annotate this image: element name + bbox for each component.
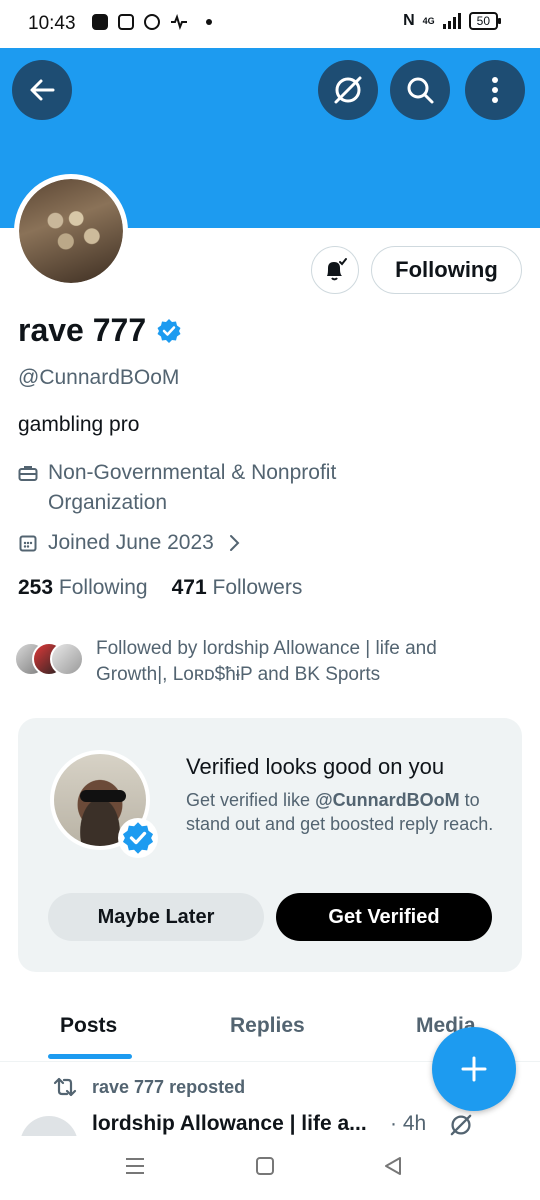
plus-icon bbox=[461, 1056, 487, 1082]
post-time: · 4h bbox=[390, 1112, 427, 1135]
system-navbar bbox=[0, 1136, 540, 1200]
sunglasses bbox=[80, 790, 126, 802]
following-button[interactable]: Following bbox=[371, 246, 522, 294]
followed-by-text: Followed by lordship Allowance | life an… bbox=[96, 636, 476, 688]
following-stat[interactable]: 253 Following bbox=[18, 576, 148, 600]
get-verified-button[interactable]: Get Verified bbox=[276, 893, 492, 941]
battery-icon: 50 bbox=[468, 12, 502, 30]
notification-icons bbox=[92, 14, 212, 30]
status-bar: 10:43 N 4G 50 bbox=[0, 0, 540, 48]
chevron-right-icon bbox=[229, 535, 240, 551]
name-row: rave 777 bbox=[18, 312, 182, 349]
category-line-1: Non-Governmental & Nonprofit bbox=[48, 461, 337, 484]
desc-prefix: Get verified like bbox=[186, 790, 316, 810]
verified-badge-icon[interactable] bbox=[156, 318, 182, 344]
more-vertical-icon bbox=[492, 77, 498, 103]
back-nav-icon[interactable] bbox=[383, 1156, 403, 1176]
avatar bbox=[50, 642, 84, 676]
calendar-icon bbox=[18, 528, 38, 558]
avatar[interactable] bbox=[20, 1116, 78, 1136]
followers-stat[interactable]: 471 Followers bbox=[172, 576, 303, 600]
menu-icon[interactable] bbox=[124, 1156, 146, 1176]
card-title: Verified looks good on you bbox=[186, 754, 445, 779]
card-description: Get verified like @CunnardBOoM to stand … bbox=[186, 788, 506, 836]
followed-by-avatars bbox=[14, 642, 84, 682]
verified-promo-card: Verified looks good on you Get verified … bbox=[18, 718, 522, 972]
profile-category: Non-Governmental & Nonprofit Organizatio… bbox=[18, 458, 336, 518]
maybe-later-button[interactable]: Maybe Later bbox=[48, 893, 264, 941]
followed-by-line-2: Growth|, Lᴏʀᴅ$ħɨP and BK Sports bbox=[96, 664, 381, 685]
more-notifications-dot bbox=[206, 19, 212, 25]
back-arrow-icon bbox=[30, 79, 55, 101]
tab-posts[interactable]: Posts bbox=[60, 1014, 117, 1038]
active-tab-indicator bbox=[48, 1054, 132, 1059]
notifications-button[interactable] bbox=[311, 246, 359, 294]
facebook-icon bbox=[92, 14, 108, 30]
repost-icon bbox=[53, 1077, 77, 1097]
compose-button[interactable] bbox=[432, 1027, 516, 1111]
followers-count: 471 bbox=[171, 576, 207, 599]
back-button[interactable] bbox=[12, 60, 72, 120]
card-verified-badge bbox=[118, 818, 158, 858]
following-count: 253 bbox=[18, 576, 54, 599]
home-icon[interactable] bbox=[255, 1156, 275, 1176]
grok-button[interactable] bbox=[318, 60, 378, 120]
avatar-image bbox=[19, 179, 123, 283]
bell-check-icon bbox=[327, 258, 347, 281]
profile-bio: gambling pro bbox=[18, 413, 140, 436]
desc-handle: @CunnardBOoM bbox=[315, 790, 460, 810]
repost-label: rave 777 reposted bbox=[92, 1076, 246, 1097]
joined-date: Joined June 2023 bbox=[48, 531, 214, 554]
followers-label: Followers bbox=[212, 576, 303, 599]
nfc-icon: N bbox=[403, 12, 415, 29]
search-icon bbox=[407, 77, 434, 104]
activity-icon bbox=[171, 14, 187, 30]
grok-icon[interactable] bbox=[448, 1112, 474, 1136]
followed-by-line-1: Followed by lordship Allowance | life an… bbox=[96, 638, 437, 659]
post-author[interactable]: lordship Allowance | life a... bbox=[92, 1112, 367, 1136]
profile-avatar[interactable] bbox=[14, 174, 128, 288]
repost-indicator: rave 777 reposted bbox=[52, 1076, 245, 1098]
category-line-2: Organization bbox=[48, 491, 168, 514]
follow-stats: 253 Following 471 Followers bbox=[18, 576, 302, 600]
tab-replies[interactable]: Replies bbox=[230, 1014, 305, 1038]
profile-joined[interactable]: Joined June 2023 bbox=[18, 528, 242, 558]
whatsapp-icon bbox=[144, 14, 160, 30]
status-time: 10:43 bbox=[28, 13, 76, 34]
more-button[interactable] bbox=[465, 60, 525, 120]
search-button[interactable] bbox=[390, 60, 450, 120]
display-name: rave 777 bbox=[18, 312, 147, 348]
post-header[interactable]: lordship Allowance | life a... · 4h bbox=[18, 1112, 528, 1136]
briefcase-icon bbox=[18, 458, 38, 488]
network-type: 4G bbox=[422, 15, 435, 26]
system-status: N 4G 50 bbox=[403, 12, 502, 30]
profile-handle: @CunnardBOoM bbox=[18, 366, 180, 389]
following-label: Following bbox=[58, 576, 148, 599]
instagram-icon bbox=[118, 14, 134, 30]
followed-by[interactable]: Followed by lordship Allowance | life an… bbox=[14, 636, 476, 688]
grok-icon bbox=[334, 76, 362, 104]
signal-icon bbox=[442, 13, 461, 29]
verified-badge-icon bbox=[122, 822, 154, 854]
